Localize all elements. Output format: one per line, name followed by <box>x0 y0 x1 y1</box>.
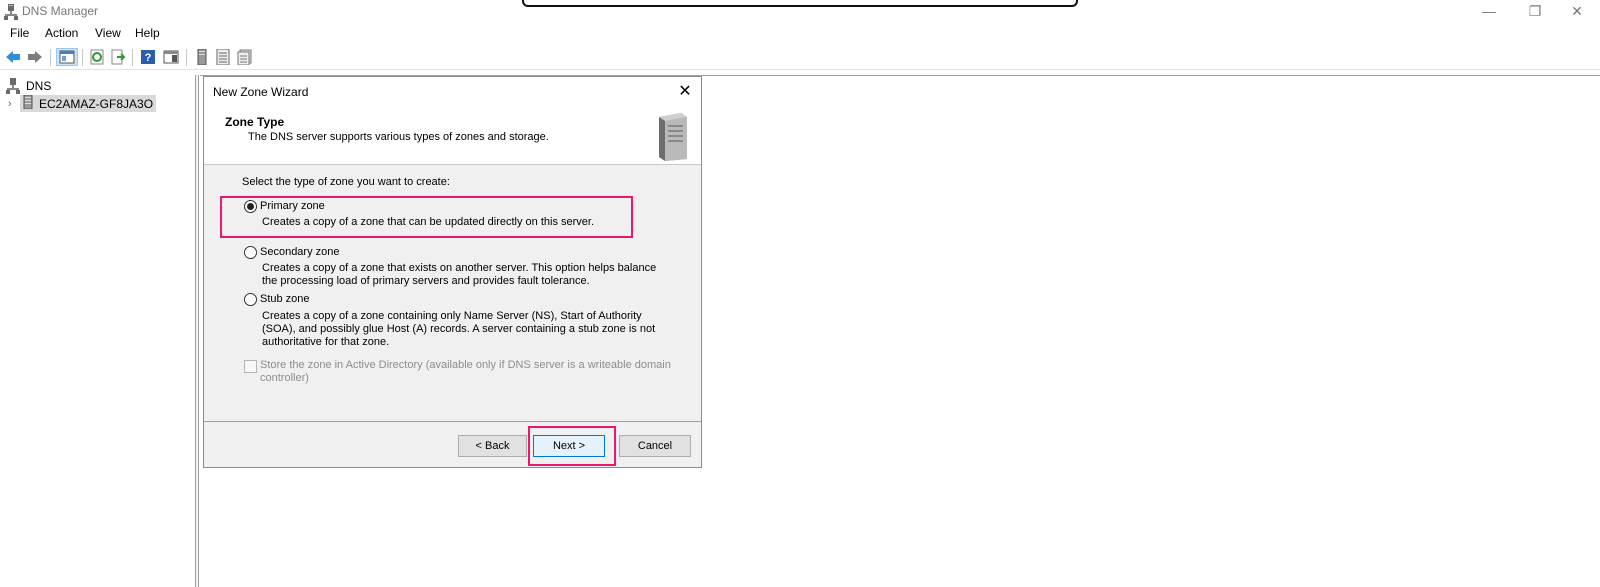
toolbar-separator <box>132 49 133 66</box>
forward-arrow-icon[interactable] <box>26 48 44 66</box>
wizard-header: Zone Type The DNS server supports variou… <box>204 107 701 165</box>
stub-zone-radio[interactable] <box>244 293 257 306</box>
secondary-zone-label[interactable]: Secondary zone <box>260 246 340 259</box>
stub-zone-description-line: Creates a copy of a zone containing only… <box>262 310 642 322</box>
help-icon[interactable]: ? <box>139 48 157 66</box>
primary-zone-radio[interactable] <box>244 200 257 213</box>
svg-text:?: ? <box>145 52 152 64</box>
minimize-icon: — <box>1482 3 1496 19</box>
secondary-zone-description-line: Creates a copy of a zone that exists on … <box>262 262 657 274</box>
secondary-zone-description-line: the processing load of primary servers a… <box>262 275 590 287</box>
menu-view[interactable]: View <box>93 26 123 40</box>
back-button[interactable]: < Back <box>458 435 527 457</box>
tree-node-server[interactable]: › EC2AMAZ-GF8JA3O <box>8 94 157 112</box>
export-list-icon[interactable] <box>109 48 127 66</box>
tree-node-dns[interactable]: DNS <box>6 77 51 94</box>
cancel-button[interactable]: Cancel <box>619 435 691 457</box>
show-hide-action-pane-icon[interactable] <box>162 48 180 66</box>
stub-zone-description-line: (SOA), and possibly glue Host (A) record… <box>262 323 656 335</box>
dns-manager-window: DNS Manager — ❐ ✕ File Action View Help <box>0 0 1600 587</box>
next-button[interactable]: Next > <box>533 435 605 457</box>
console-tree: DNS › EC2AMAZ-GF8JA3O <box>0 75 196 587</box>
primary-zone-label[interactable]: Primary zone <box>260 200 325 213</box>
secondary-zone-radio[interactable] <box>244 246 257 259</box>
primary-zone-description: Creates a copy of a zone that can be upd… <box>262 216 595 228</box>
title-bar: DNS Manager — ❐ ✕ <box>0 0 1600 24</box>
server-node-icon <box>23 94 33 112</box>
tree-label-server: EC2AMAZ-GF8JA3O <box>39 96 154 111</box>
stub-zone-description-line: authoritative for that zone. <box>262 336 390 348</box>
toolbar-separator <box>186 49 187 66</box>
menu-bar: File Action View Help <box>0 24 1600 44</box>
minimize-button[interactable]: — <box>1466 0 1512 22</box>
dialog-title-bar: New Zone Wizard ✕ <box>204 77 701 107</box>
show-hide-console-tree-icon[interactable] <box>56 48 78 66</box>
zone-type-prompt: Select the type of zone you want to crea… <box>242 176 450 188</box>
window-title: DNS Manager <box>22 4 99 18</box>
chevron-right-icon[interactable]: › <box>8 98 20 110</box>
server-icon[interactable] <box>193 48 211 66</box>
new-zone-wizard-dialog: New Zone Wizard ✕ Zone Type The DNS serv… <box>203 76 702 468</box>
tree-label-dns: DNS <box>26 78 52 93</box>
refresh-icon[interactable] <box>88 48 106 66</box>
toolbar: ? <box>0 45 1600 70</box>
toolbar-separator <box>50 49 51 66</box>
store-in-ad-label-line: Store the zone in Active Directory (avai… <box>260 359 671 371</box>
menu-action[interactable]: Action <box>43 26 80 40</box>
toolbar-separator <box>82 49 83 66</box>
close-window-button[interactable]: ✕ <box>1554 0 1600 22</box>
wizard-step-subtitle: The DNS server supports various types of… <box>248 131 549 143</box>
records-icon[interactable] <box>236 48 254 66</box>
menu-file[interactable]: File <box>8 26 31 40</box>
title-bar-strip <box>522 0 1078 7</box>
back-arrow-icon[interactable] <box>4 48 22 66</box>
pane-splitter[interactable] <box>196 75 199 587</box>
store-in-ad-checkbox[interactable] <box>244 360 257 373</box>
list-view-icon[interactable] <box>214 48 232 66</box>
dialog-close-button[interactable]: ✕ <box>675 81 695 101</box>
dialog-title: New Zone Wizard <box>213 85 309 99</box>
store-in-ad-label-line: controller) <box>260 372 309 384</box>
stub-zone-label[interactable]: Stub zone <box>260 293 310 306</box>
tree-selected-server: EC2AMAZ-GF8JA3O <box>20 94 157 112</box>
wizard-step-title: Zone Type <box>225 115 285 129</box>
dns-icon <box>6 77 22 94</box>
restore-icon: ❐ <box>1528 2 1542 19</box>
dialog-separator <box>204 421 701 422</box>
server-tower-icon <box>651 111 693 161</box>
dns-manager-app-icon <box>4 4 18 20</box>
close-icon: ✕ <box>678 83 692 100</box>
restore-button[interactable]: ❐ <box>1512 0 1558 22</box>
menu-help[interactable]: Help <box>133 26 162 40</box>
close-icon: ✕ <box>1571 2 1583 19</box>
